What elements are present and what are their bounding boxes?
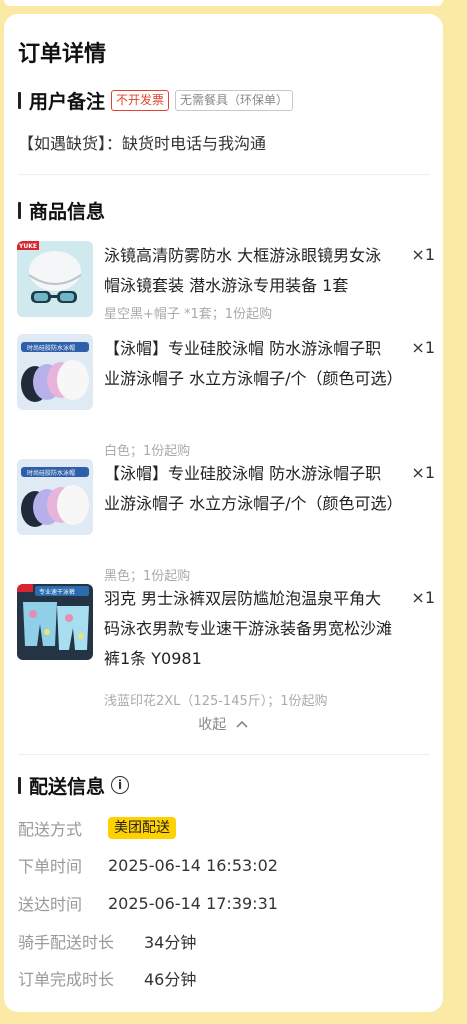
- divider: [18, 754, 430, 755]
- banner-text: 时尚硅胶防水泳帽: [27, 469, 75, 477]
- delivery-section-title: 配送信息: [29, 775, 106, 798]
- delivery-section-header: 配送信息 i: [18, 773, 130, 798]
- swim-cap-image: 时尚硅胶防水泳帽: [17, 459, 93, 535]
- complete-duration-label: 订单完成时长: [18, 970, 115, 989]
- product-item[interactable]: 时尚硅胶防水泳帽 【泳帽】专业硅胶泳帽 防水游泳帽子职业游泳帽子 水立方泳帽子/…: [17, 459, 435, 584]
- product-name: 泳镜高清防雾防水 大框游泳眼镜男女泳帽泳镜套装 潜水游泳专用装备 1套: [104, 246, 382, 295]
- rider-duration-value: 34分钟: [144, 933, 197, 952]
- user-remark-text: 【如遇缺货】：缺货时电话与我沟通: [18, 134, 267, 153]
- delivery-method-row: 配送方式 美团配送: [18, 816, 176, 840]
- product-spec: 星空黑+帽子 *1套；1份起购: [104, 307, 273, 322]
- product-quantity: ×1: [411, 588, 435, 607]
- remark-section-header: 用户备注 不开发票 无需餐具（环保单）: [18, 88, 294, 113]
- info-icon[interactable]: i: [111, 776, 130, 794]
- banner-text: 时尚硅胶防水泳帽: [27, 344, 75, 352]
- remark-section-title: 用户备注: [29, 90, 106, 113]
- product-spec: 黑色；1份起购: [104, 569, 191, 584]
- product-quantity: ×1: [411, 338, 435, 357]
- no-invoice-tag: 不开发票: [111, 89, 170, 111]
- brand-mark: YUKE: [18, 243, 37, 250]
- product-item[interactable]: 专业速干泳裤 羽克 男士泳裤双层防尴尬泡温泉平角大码泳衣男款专业速干游泳装备男宽…: [17, 584, 435, 709]
- complete-duration-value: 46分钟: [144, 970, 197, 989]
- swim-goggles-cap-image: YUKE: [17, 241, 93, 317]
- product-item[interactable]: 时尚硅胶防水泳帽 【泳帽】专业硅胶泳帽 防水游泳帽子职业游泳帽子 水立方泳帽子/…: [17, 334, 435, 459]
- collapse-label: 收起: [198, 717, 227, 733]
- previous-card-edge: [4, 0, 443, 6]
- section-marker: [18, 91, 21, 109]
- delivery-method-badge: 美团配送: [108, 817, 176, 839]
- order-time-value: 2025-06-14 16:53:02: [108, 855, 278, 875]
- rider-duration-row: 骑手配送时长 34分钟: [18, 929, 196, 953]
- product-name: 【泳帽】专业硅胶泳帽 防水游泳帽子职业游泳帽子 水立方泳帽子/个（颜色可选）: [104, 339, 403, 388]
- product-spec: 白色；1份起购: [104, 444, 191, 459]
- section-marker: [18, 201, 21, 219]
- product-quantity: ×1: [411, 463, 435, 482]
- arrive-time-value: 2025-06-14 17:39:31: [108, 893, 278, 913]
- page-title: 订单详情: [18, 42, 107, 67]
- order-time-label: 下单时间: [18, 857, 83, 876]
- divider: [18, 174, 430, 175]
- arrive-time-label: 送达时间: [18, 895, 83, 914]
- order-detail-card: 订单详情 用户备注 不开发票 无需餐具（环保单） 【如遇缺货】：缺货时电话与我沟…: [4, 14, 443, 1012]
- product-spec: 浅蓝印花2XL（125-145斤）；1份起购: [104, 694, 328, 709]
- complete-duration-row: 订单完成时长 46分钟: [18, 966, 196, 990]
- chevron-up-icon: [236, 720, 248, 728]
- rider-duration-label: 骑手配送时长: [18, 933, 115, 952]
- swim-cap-image: 时尚硅胶防水泳帽: [17, 334, 93, 410]
- product-item[interactable]: YUKE 泳镜高清防雾防水 大框游泳眼镜男女泳帽泳镜套装 潜水游泳专用装备 1套…: [17, 241, 435, 322]
- product-section-header: 商品信息: [18, 198, 106, 223]
- product-quantity: ×1: [411, 245, 435, 264]
- arrive-time-row: 送达时间 2025-06-14 17:39:31: [18, 891, 278, 915]
- section-marker: [18, 776, 21, 794]
- delivery-method-label: 配送方式: [18, 820, 83, 839]
- product-name: 羽克 男士泳裤双层防尴尬泡温泉平角大码泳衣男款专业速干游泳装备男宽松沙滩裤1条 …: [104, 589, 393, 668]
- banner-text: 专业速干泳裤: [39, 588, 75, 596]
- swim-shorts-image: 专业速干泳裤: [17, 584, 93, 660]
- collapse-button[interactable]: 收起: [4, 714, 443, 734]
- product-section-title: 商品信息: [29, 200, 106, 223]
- no-tableware-tag: 无需餐具（环保单）: [175, 89, 294, 111]
- product-name: 【泳帽】专业硅胶泳帽 防水游泳帽子职业游泳帽子 水立方泳帽子/个（颜色可选）: [104, 464, 403, 513]
- order-time-row: 下单时间 2025-06-14 16:53:02: [18, 853, 278, 877]
